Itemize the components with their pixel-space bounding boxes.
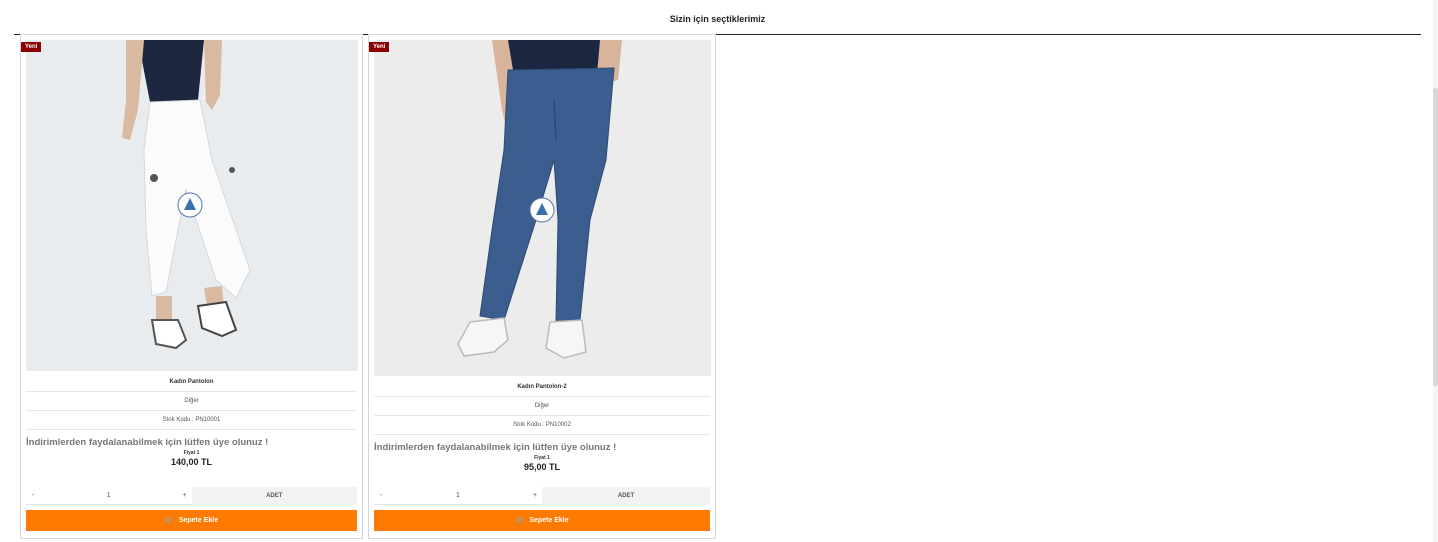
member-discount-note: İndirimlerden faydalanabilmek için lütfe…	[26, 437, 269, 448]
product-name[interactable]: Kadın Pantolon-2	[374, 378, 710, 397]
decrement-button[interactable]: -	[374, 492, 388, 499]
quantity-input[interactable]: 1	[40, 492, 178, 499]
product-image[interactable]	[374, 40, 711, 376]
quantity-stepper[interactable]: - 1 +	[26, 487, 192, 505]
increment-button[interactable]: +	[178, 492, 192, 499]
quantity-stepper[interactable]: - 1 +	[374, 487, 542, 505]
add-to-cart-button[interactable]: 🛒 Sepete Ekle	[26, 510, 357, 531]
quantity-input[interactable]: 1	[388, 492, 528, 499]
price-value: 140,00 TL	[170, 457, 213, 467]
new-badge: Yeni	[369, 42, 390, 52]
price-label: Fiyat 1	[183, 450, 200, 456]
new-badge: Yeni	[21, 42, 42, 52]
price-value: 95,00 TL	[523, 462, 561, 472]
price-label: Fiyat 1	[534, 455, 550, 461]
product-photo-blue-jeans	[374, 40, 711, 376]
shopping-cart-icon: 🛒	[164, 516, 175, 525]
unit-select[interactable]: ADET	[542, 487, 710, 505]
quantity-row: - 1 + ADET	[26, 487, 357, 505]
quantity-row: - 1 + ADET	[374, 487, 710, 505]
product-card[interactable]: Yeni Kadın Pantolon Diğer Stok Kodu : PN…	[20, 34, 363, 539]
shopping-cart-icon: 🛒	[515, 516, 526, 525]
product-stock-code: Stok Kodu : PN10002	[374, 416, 710, 435]
section-title: Sizin için seçtiklerimiz	[669, 14, 766, 24]
decrement-button[interactable]: -	[26, 492, 40, 499]
increment-button[interactable]: +	[528, 492, 542, 499]
add-to-cart-label: Sepete Ekle	[529, 517, 569, 524]
product-image[interactable]	[26, 40, 358, 371]
member-discount-note: İndirimlerden faydalanabilmek için lütfe…	[374, 442, 617, 453]
product-category: Diğer	[26, 392, 357, 411]
product-category: Diğer	[374, 397, 710, 416]
scrollbar-thumb[interactable]	[1433, 88, 1438, 386]
unit-select[interactable]: ADET	[191, 487, 357, 505]
add-to-cart-button[interactable]: 🛒 Sepete Ekle	[374, 510, 710, 531]
page-scrollbar[interactable]	[1433, 0, 1438, 542]
product-card[interactable]: Yeni Kadın Pantolon-2 Diğer Stok Kodu : …	[368, 34, 716, 539]
product-name[interactable]: Kadın Pantolon	[26, 373, 357, 392]
product-stock-code: Stok Kodu : PN10001	[26, 411, 357, 430]
section-header: Sizin için seçtiklerimiz	[14, 0, 1421, 35]
add-to-cart-label: Sepete Ekle	[178, 517, 219, 524]
product-photo-white-pants	[26, 40, 358, 371]
